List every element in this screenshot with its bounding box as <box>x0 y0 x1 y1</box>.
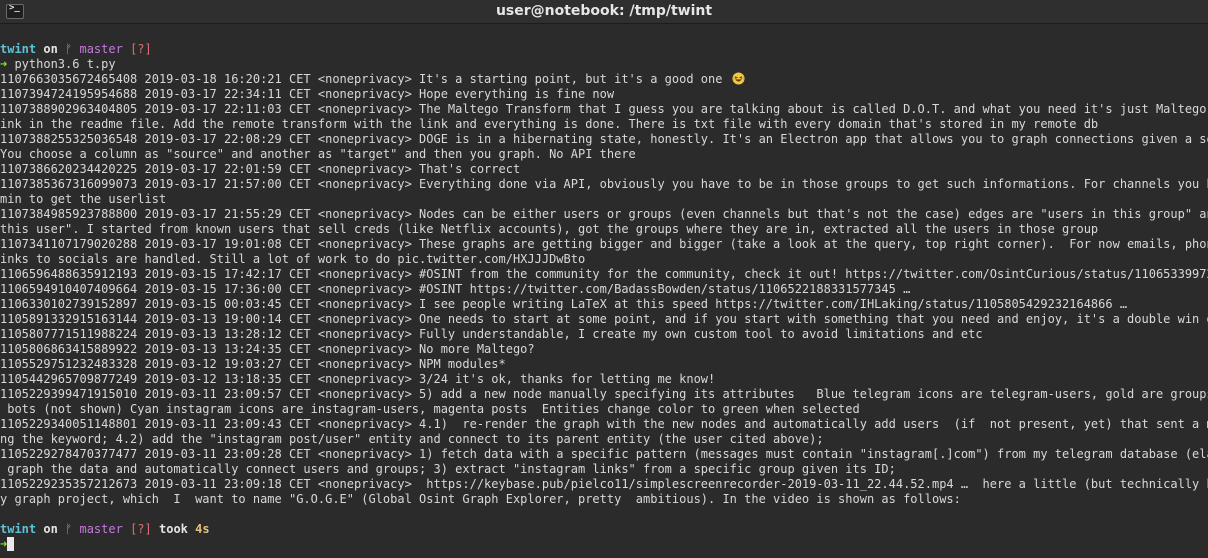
output-line: 1107384985923788800 2019-03-17 21:55:29 … <box>0 207 1208 221</box>
command-text: python3.6 t.py <box>7 57 116 71</box>
output-line: this user". I started from known users t… <box>0 222 1099 236</box>
prompt-line: twint on ᚠ master [?] <box>0 42 1208 57</box>
took-label: took <box>159 522 188 536</box>
text-cursor[interactable] <box>7 537 15 551</box>
prompt-on: on <box>43 522 58 536</box>
prompt-arrow-icon: ➜ <box>0 537 8 551</box>
output-line: 1107386620234420225 2019-03-17 22:01:59 … <box>0 162 521 176</box>
terminal-output[interactable]: twint on ᚠ master [?] ➜ python3.6 t.py 1… <box>0 42 1208 558</box>
output-line: 1106330102739152897 2019-03-15 00:03:45 … <box>0 297 1128 311</box>
output-line: graph the data and automatically connect… <box>0 462 896 476</box>
output-line: ink in the readme file. Add the remote t… <box>0 117 1099 131</box>
output-line: 1105806863415889922 2019-03-13 13:24:35 … <box>0 342 535 356</box>
output-line: y graph project, which I want to name "G… <box>0 492 961 506</box>
output-line: 1105891332915163144 2019-03-13 19:00:14 … <box>0 312 1208 326</box>
output-line: bots (not shown) Cyan instagram icons ar… <box>0 402 860 416</box>
input-line[interactable]: ➜ <box>0 537 1208 552</box>
output-line: 1105229399471915010 2019-03-11 23:09:57 … <box>0 387 1208 401</box>
laughing-face-icon <box>732 72 745 85</box>
prompt-line: twint on ᚠ master [?] took 4s <box>0 522 1208 537</box>
output-line: inks to socials are handled. Still a lot… <box>0 252 586 266</box>
output-line: 1107663035672465408 2019-03-18 16:20:21 … <box>0 72 1208 87</box>
output-line: 1107394724195954688 2019-03-17 22:34:11 … <box>0 87 615 101</box>
prompt-on: on <box>43 42 58 56</box>
command-line: ➜ python3.6 t.py <box>0 57 1208 72</box>
output-line: 1105229235357212673 2019-03-11 23:09:18 … <box>0 477 1208 491</box>
title-bar: >_ user@notebook: /tmp/twint <box>0 0 1208 24</box>
output-line: 1107388255325036548 2019-03-17 22:08:29 … <box>0 132 1208 146</box>
took-duration: 4s <box>195 522 210 536</box>
git-branch: master <box>79 522 123 536</box>
prompt-directory: twint <box>0 42 37 56</box>
output-line: min to get the userlist <box>0 192 167 206</box>
output-line: 1107385367316099073 2019-03-17 21:57:00 … <box>0 177 1208 191</box>
git-status: [?] <box>130 42 152 56</box>
output-line: You choose a column as "source" and anot… <box>0 147 636 161</box>
prompt-directory: twint <box>0 522 37 536</box>
output-line: ng the keyword; 4.2) add the "instagram … <box>0 432 824 446</box>
output-line: 1105442965709877249 2019-03-12 13:18:35 … <box>0 372 716 386</box>
git-branch: master <box>79 42 123 56</box>
git-branch-icon: ᚠ <box>65 42 73 56</box>
output-line: 1105229340051148801 2019-03-11 23:09:43 … <box>0 417 1208 431</box>
git-status: [?] <box>130 522 152 536</box>
output-line: 1107388902963404805 2019-03-17 22:11:03 … <box>0 102 1208 116</box>
git-branch-icon: ᚠ <box>65 522 73 536</box>
output-text: 1107663035672465408 2019-03-18 16:20:21 … <box>0 72 723 86</box>
output-line: 1105807771511988224 2019-03-13 13:28:12 … <box>0 327 983 341</box>
output-line: 1106594910407409664 2019-03-15 17:36:00 … <box>0 282 911 296</box>
window-title: user@notebook: /tmp/twint <box>495 3 713 19</box>
output-line: 1106596488635912193 2019-03-15 17:42:17 … <box>0 267 1208 281</box>
output-line: 1105229278470377477 2019-03-11 23:09:28 … <box>0 447 1208 461</box>
output-line: 1105529751232483328 2019-03-12 19:03:27 … <box>0 357 506 371</box>
output-line: 1107341107179020288 2019-03-17 19:01:08 … <box>0 237 1208 251</box>
